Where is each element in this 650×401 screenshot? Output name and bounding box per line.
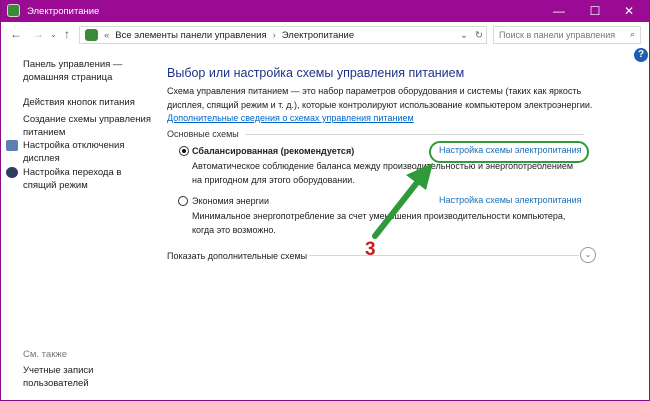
window: Электропитание — ☐ ✕ ← → ⌄ ↑ « Все элеме… (0, 0, 650, 401)
step-number: 3 (365, 239, 376, 260)
annotation-arrow-icon (372, 163, 433, 239)
